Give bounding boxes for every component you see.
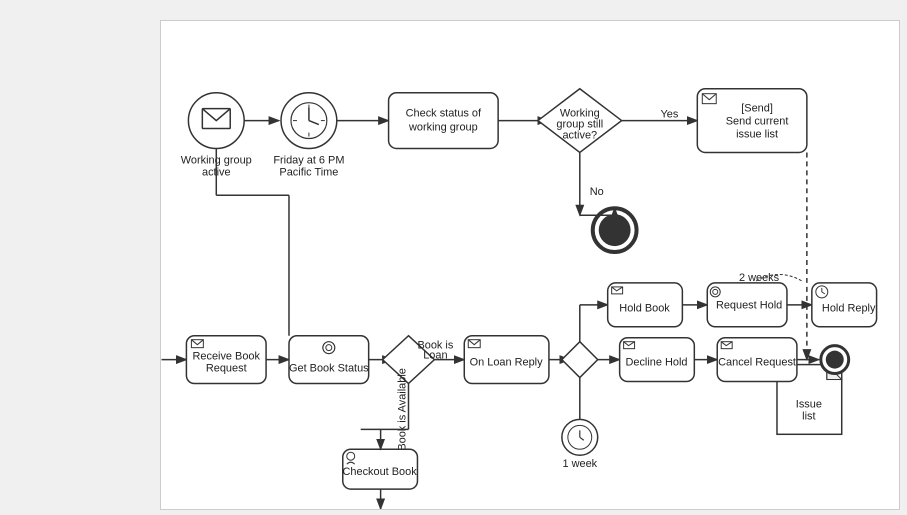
- checkout-label: Checkout Book: [343, 466, 418, 478]
- one-week-label: 1 week: [562, 458, 597, 470]
- check-status-label2: working group: [408, 121, 478, 133]
- get-book-status-task: [289, 336, 369, 384]
- gateway-decline: [562, 342, 598, 378]
- yes-label: Yes: [661, 109, 679, 121]
- end-event-no-inner: [599, 214, 631, 246]
- send-label2: Send current: [726, 115, 789, 127]
- hold-reply-label: Hold Reply: [822, 303, 876, 315]
- decline-hold-label: Decline Hold: [625, 356, 687, 368]
- diagram-container: Working group active Friday at 6 PM Paci…: [160, 20, 900, 510]
- send-label1: [Send]: [741, 103, 773, 115]
- no-label: No: [590, 186, 604, 198]
- get-book-label: Get Book Status: [289, 362, 369, 374]
- hold-book-label: Hold Book: [619, 303, 670, 315]
- request-hold-label: Request Hold: [716, 300, 782, 312]
- end-event-bottom-inner: [826, 351, 844, 369]
- check-status-label1: Check status of: [406, 108, 482, 120]
- two-weeks-label: 2 weeks: [739, 272, 780, 284]
- receive-book-label1: Receive Book: [193, 351, 261, 363]
- send-label3: issue list: [736, 128, 778, 140]
- on-loan-label: On Loan Reply: [470, 356, 543, 368]
- issue-list-label2: list: [802, 410, 815, 422]
- friday-label2: Pacific Time: [279, 166, 338, 178]
- receive-book-label2: Request: [206, 362, 247, 374]
- book-available-label: Book is Available: [396, 368, 408, 451]
- issue-list-label1: Issue: [796, 398, 822, 410]
- cancel-label: Cancel Request: [718, 356, 796, 368]
- gw-label3: active?: [562, 129, 597, 141]
- friday-label1: Friday at 6 PM: [273, 154, 344, 166]
